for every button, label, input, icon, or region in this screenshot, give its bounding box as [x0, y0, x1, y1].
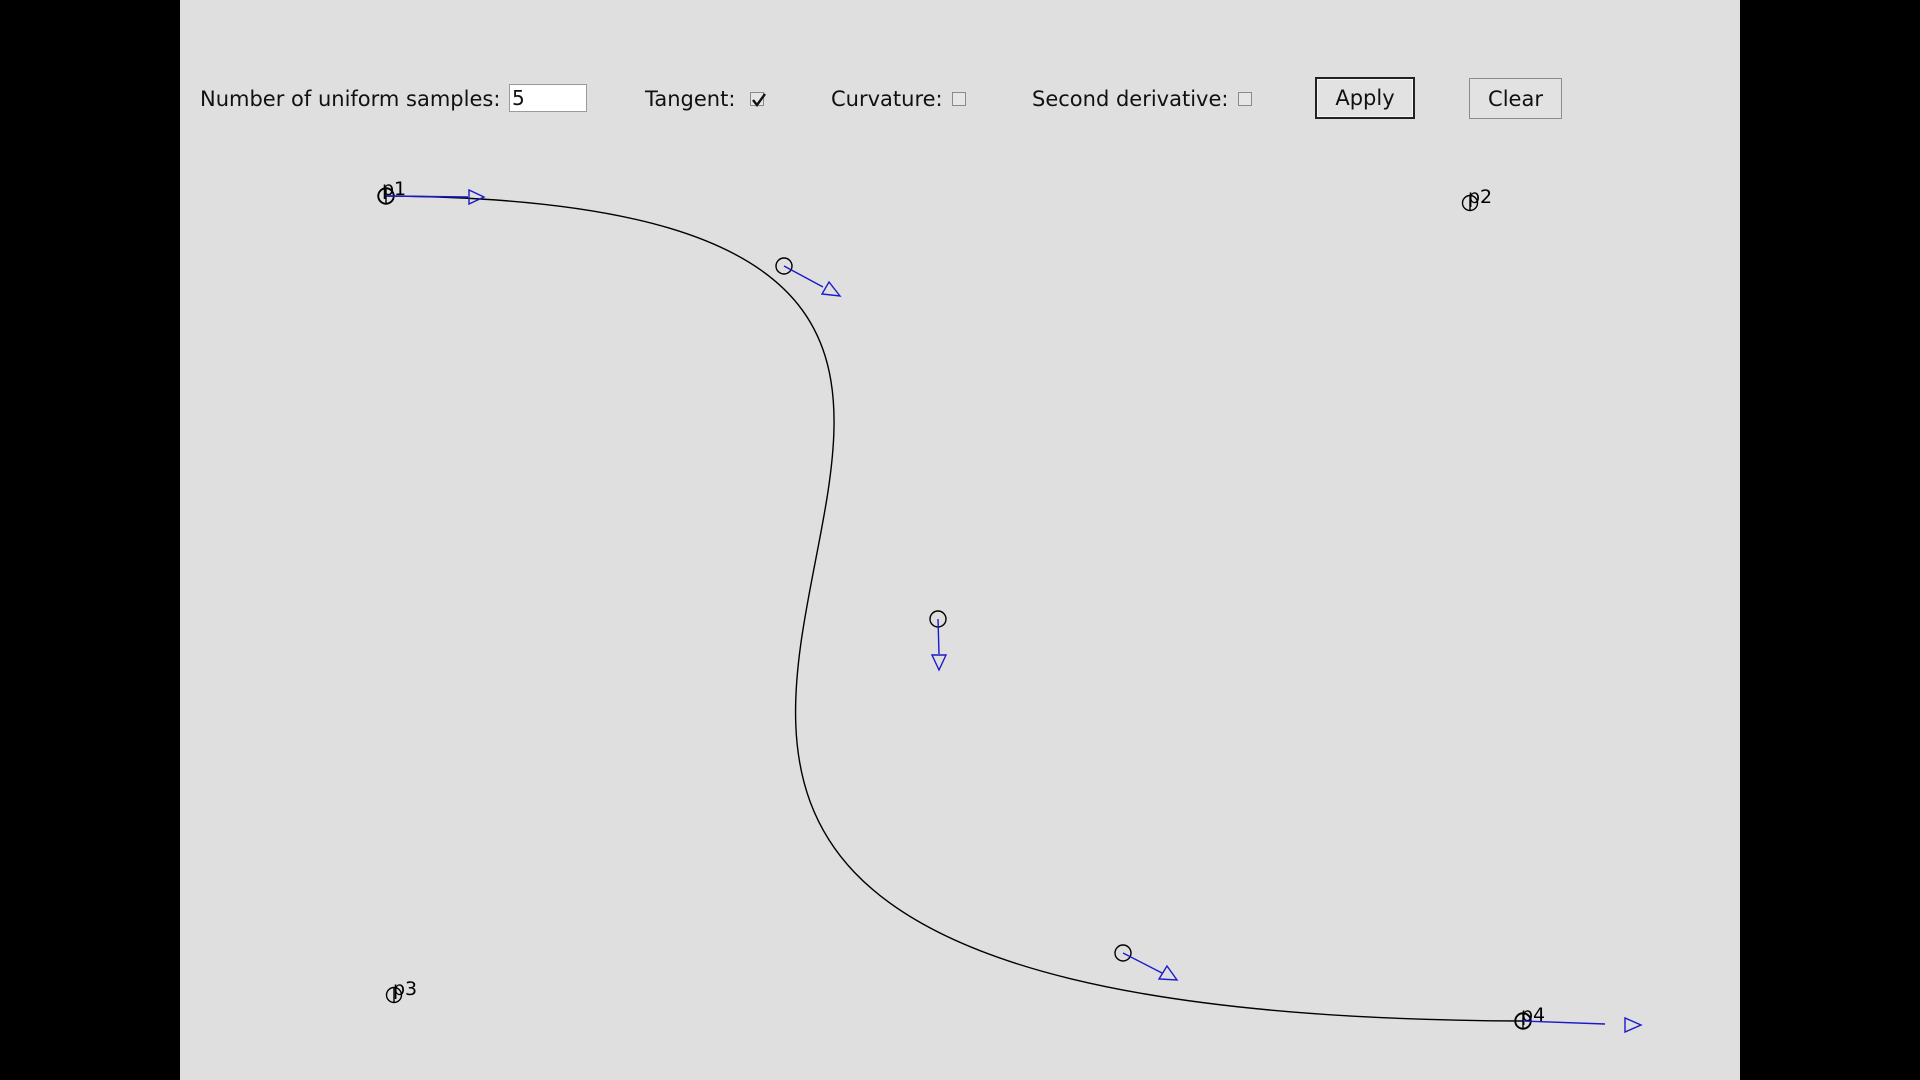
control-point-p3[interactable]: p3 [385, 978, 418, 1004]
samples-label: Number of uniform samples: [200, 87, 501, 111]
control-point-p2[interactable]: p2 [1461, 186, 1493, 212]
clear-button[interactable]: Clear [1469, 78, 1562, 119]
curvature-label: Curvature: [831, 87, 943, 111]
control-point-label: p3 [393, 978, 417, 1000]
apply-button[interactable]: Apply [1315, 77, 1415, 119]
curvature-checkbox[interactable] [952, 92, 966, 106]
bezier-curve [385, 195, 1524, 1022]
control-point-label: p2 [1468, 186, 1492, 208]
tangent-arrow [783, 265, 842, 297]
toolbar: Number of uniform samples: Tangent: Curv… [180, 72, 1740, 128]
tangent-checkbox[interactable] [750, 92, 766, 107]
second-derivative-checkbox[interactable] [1238, 92, 1252, 106]
drawing-canvas[interactable]: p1 p2 p3 p4 [180, 0, 1740, 1080]
checkmark-icon [752, 93, 766, 107]
second-derivative-label: Second derivative: [1032, 87, 1229, 111]
samples-input[interactable] [509, 84, 587, 112]
app-window: p1 p2 p3 p4 Number of uniform samples: 5… [180, 0, 1740, 1080]
tangent-arrow [1122, 952, 1179, 981]
tangent-label: Tangent: [645, 87, 736, 111]
control-point-label: p4 [1521, 1004, 1545, 1026]
